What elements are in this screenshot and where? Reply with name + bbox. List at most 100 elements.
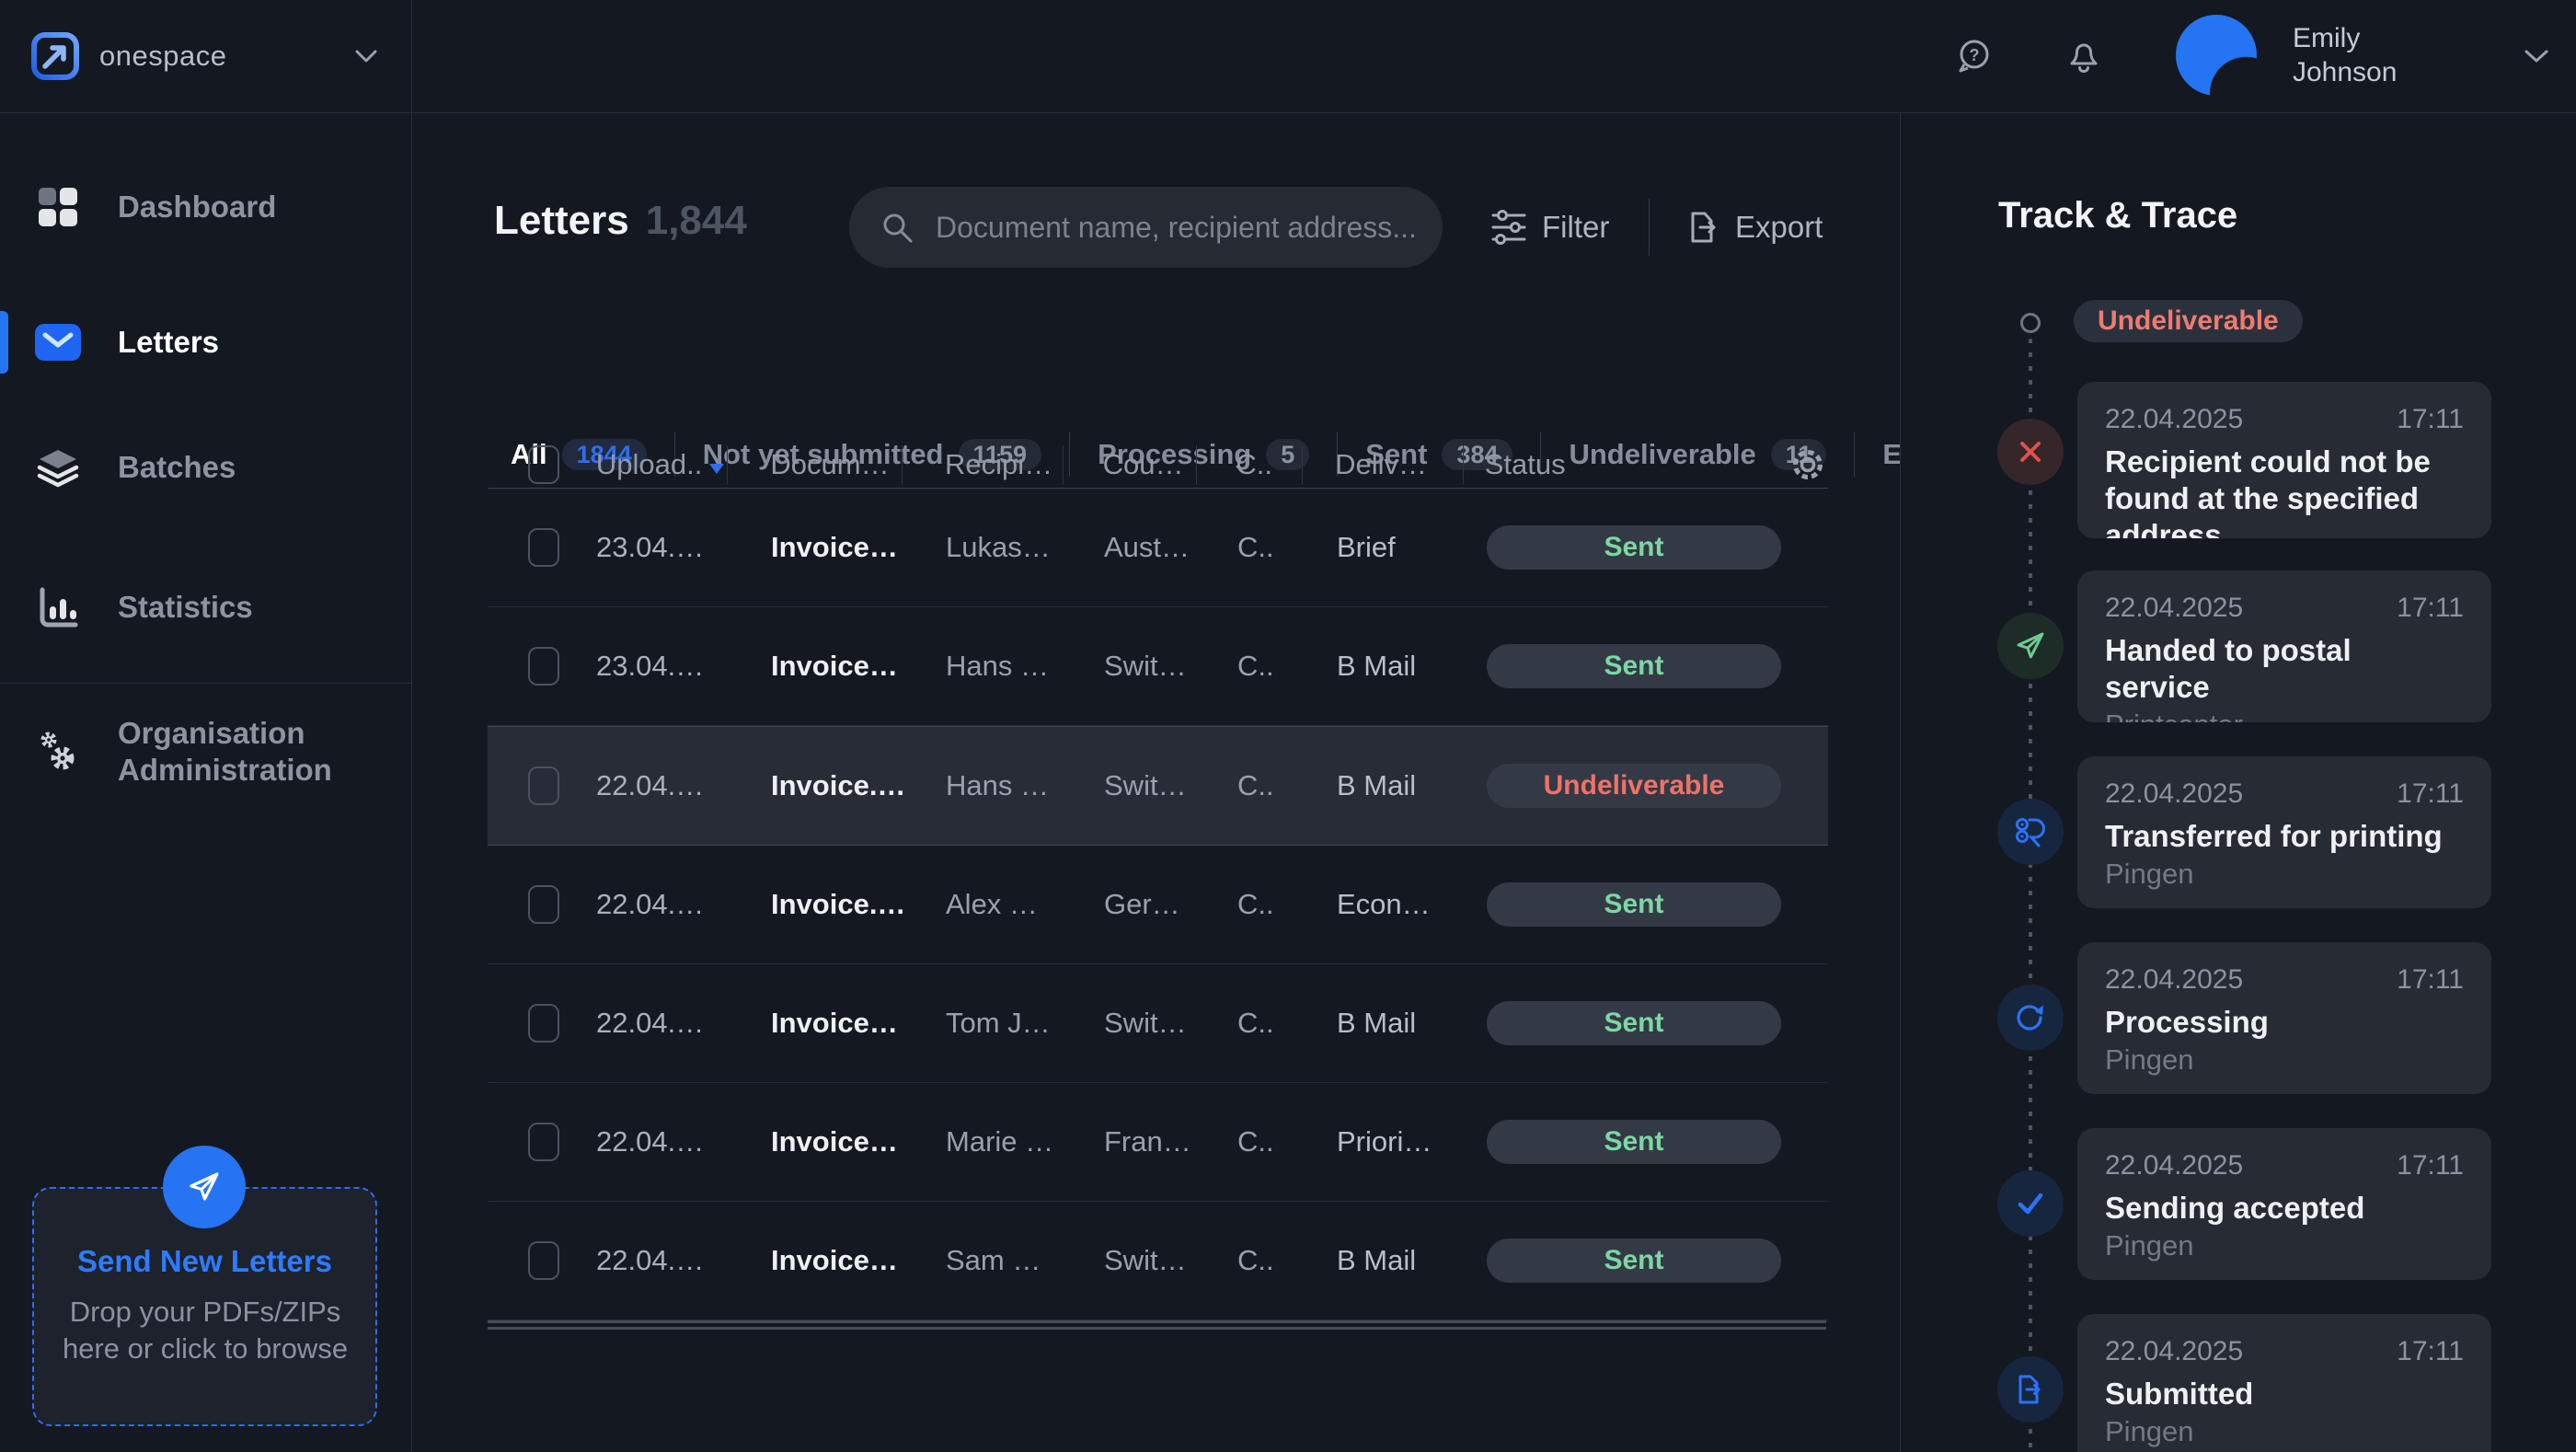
- row-checkbox[interactable]: [528, 766, 559, 805]
- cell-country: Ger…: [1104, 888, 1237, 921]
- event-date: 22.04.2025: [2105, 593, 2243, 624]
- user-avatar[interactable]: [2176, 15, 2257, 96]
- row-checkbox[interactable]: [528, 1123, 559, 1161]
- cell-c: C..: [1237, 1125, 1337, 1158]
- row-checkbox[interactable]: [528, 1241, 559, 1280]
- notifications-bell-icon[interactable]: [2064, 35, 2104, 75]
- event-node-press-rollers-icon: [1997, 799, 2064, 865]
- event-title: Transferred for printing: [2105, 818, 2464, 855]
- track-event-card: 22.04.2025 17:11 Submitted Pingen: [2077, 1314, 2491, 1452]
- cell-recipient: Alex …: [946, 888, 1104, 921]
- row-checkbox[interactable]: [528, 528, 559, 567]
- app-root: onespace ? Emily Johnson: [0, 0, 2576, 1452]
- onespace-logo-icon: [29, 30, 81, 82]
- cell-document: Invoice…: [771, 650, 946, 683]
- statistics-chart-icon: [33, 582, 83, 632]
- cell-delivery: Brief: [1337, 531, 1487, 564]
- organisation-gears-icon: [33, 727, 83, 777]
- batches-layers-icon: [33, 443, 83, 492]
- column-header-upload-date[interactable]: Upload..: [596, 448, 771, 481]
- user-first-name: Emily: [2293, 21, 2397, 55]
- search-input[interactable]: [934, 210, 1443, 246]
- table-settings-gear-icon[interactable]: [1788, 444, 1828, 485]
- column-divider: [1063, 445, 1064, 484]
- select-all-checkbox[interactable]: [528, 445, 559, 484]
- table-row[interactable]: 23.04.… Invoice… Lukas… Aust… C.. Brief …: [488, 489, 1828, 607]
- event-title: Sending accepted: [2105, 1190, 2464, 1227]
- sort-desc-icon[interactable]: [709, 464, 724, 474]
- sidebar-item-letters[interactable]: Letters: [0, 305, 411, 379]
- event-source: Pingen: [2105, 858, 2464, 891]
- event-node-document-out-icon: [1997, 1356, 2064, 1423]
- help-icon[interactable]: ?: [1954, 35, 1995, 75]
- table-row[interactable]: 22.04.… Invoice… Sam … Swit… C.. B Mail …: [488, 1202, 1828, 1320]
- sidebar-label-letters: Letters: [118, 324, 366, 361]
- track-event-card: 22.04.2025 17:11 Processing Pingen: [2077, 942, 2491, 1094]
- cell-document: Invoice.…: [771, 769, 946, 802]
- event-date: 22.04.2025: [2105, 1150, 2243, 1181]
- column-divider: [1302, 445, 1303, 484]
- table-row[interactable]: 22.04.… Invoice.… Alex … Ger… C.. Econ… …: [488, 846, 1828, 964]
- user-menu-chevron-down-icon[interactable]: [2523, 48, 2550, 64]
- table-row[interactable]: 22.04.… Invoice… Tom J… Swit… C.. B Mail…: [488, 964, 1828, 1083]
- column-header-document[interactable]: Docum…: [770, 448, 945, 481]
- event-source: Pingen: [2105, 1415, 2464, 1448]
- tab-divider: [1854, 432, 1855, 477]
- sidebar-item-statistics[interactable]: Statistics: [0, 570, 411, 644]
- track-panel-divider: [1900, 113, 1901, 1452]
- cell-upload-date: 22.04.…: [596, 1244, 771, 1277]
- cell-delivery: Econ…: [1337, 888, 1487, 921]
- column-header-country[interactable]: Cou…: [1103, 448, 1236, 481]
- send-paper-plane-icon[interactable]: [163, 1146, 246, 1228]
- cell-document: Invoice…: [771, 1125, 946, 1158]
- page-title: Letters 1,844: [494, 198, 747, 244]
- status-badge: Sent: [1487, 1239, 1781, 1283]
- workspace-chevron-down-icon[interactable]: [354, 49, 378, 63]
- cell-c: C..: [1237, 531, 1337, 564]
- sidebar-label-statistics: Statistics: [118, 589, 366, 626]
- column-header-c[interactable]: C..: [1236, 448, 1335, 481]
- cell-country: Swit…: [1104, 650, 1237, 683]
- column-divider: [902, 445, 903, 484]
- table-end-divider: [488, 1320, 1826, 1330]
- dropzone-title[interactable]: Send New Letters: [32, 1244, 377, 1279]
- event-date: 22.04.2025: [2105, 404, 2243, 435]
- cell-recipient: Tom J…: [946, 1007, 1104, 1040]
- cell-delivery: Priori…: [1337, 1125, 1487, 1158]
- filter-button[interactable]: Filter: [1489, 187, 1609, 268]
- timeline-dotted-line: [2029, 339, 2032, 1452]
- letters-total-count: 1,844: [646, 198, 747, 243]
- search-bar[interactable]: [849, 187, 1443, 268]
- row-checkbox[interactable]: [528, 1004, 559, 1043]
- event-node-sync-arrows-icon: [1997, 985, 2064, 1051]
- export-document-icon: [1682, 207, 1722, 248]
- row-checkbox[interactable]: [528, 885, 559, 924]
- cell-country: Aust…: [1104, 531, 1237, 564]
- sidebar-item-dashboard[interactable]: Dashboard: [0, 170, 411, 244]
- column-header-status[interactable]: Status: [1485, 448, 1788, 481]
- table-row[interactable]: 23.04.… Invoice… Hans … Swit… C.. B Mail…: [488, 607, 1828, 726]
- cell-recipient: Hans …: [946, 769, 1104, 802]
- cell-recipient: Hans …: [946, 650, 1104, 683]
- cell-delivery: B Mail: [1337, 1007, 1487, 1040]
- column-header-recipient[interactable]: Recipi…: [945, 448, 1103, 481]
- track-event-card: 22.04.2025 17:11 Recipient could not be …: [2077, 382, 2491, 538]
- tab-error[interactable]: Er: [1882, 438, 1900, 471]
- sidebar-label-dashboard: Dashboard: [118, 189, 366, 225]
- export-button[interactable]: Export: [1682, 187, 1823, 268]
- row-checkbox[interactable]: [528, 647, 559, 686]
- letters-envelope-icon: [33, 317, 83, 367]
- status-badge: Sent: [1487, 1001, 1781, 1045]
- table-row-selected[interactable]: 22.04.… Invoice.… Hans … Swit… C.. B Mai…: [488, 726, 1828, 846]
- tab-error-label: Er: [1882, 438, 1900, 471]
- event-title: Processing: [2105, 1004, 2464, 1041]
- cell-c: C..: [1237, 769, 1337, 802]
- page-title-text: Letters: [494, 198, 629, 243]
- table-row[interactable]: 22.04.… Invoice… Marie … Fran… C.. Prior…: [488, 1083, 1828, 1202]
- column-divider: [1196, 445, 1197, 484]
- sidebar-label-batches: Batches: [118, 449, 366, 486]
- sidebar-item-batches[interactable]: Batches: [0, 431, 411, 504]
- cell-upload-date: 22.04.…: [596, 769, 771, 802]
- event-source: Printcenter: [2105, 709, 2464, 722]
- sidebar-item-organisation-administration[interactable]: Organisation Administration: [0, 704, 411, 800]
